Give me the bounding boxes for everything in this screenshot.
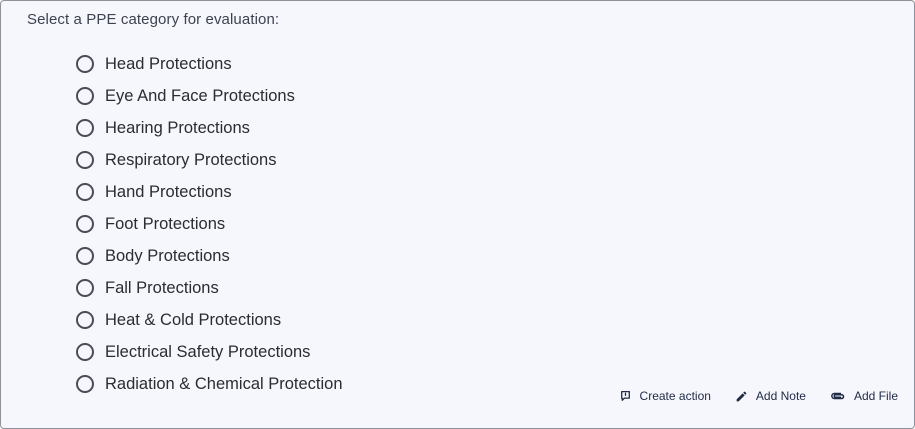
radio-button[interactable] xyxy=(76,247,94,265)
radio-option-label: Radiation & Chemical Protection xyxy=(105,374,343,393)
radio-option-hearing-protections[interactable]: Hearing Protections xyxy=(76,112,343,144)
add-file-button[interactable]: Add File xyxy=(830,389,898,403)
paperclip-icon xyxy=(830,391,846,401)
flag-icon xyxy=(619,390,632,403)
radio-option-label: Eye And Face Protections xyxy=(105,86,295,105)
radio-option-respiratory-protections[interactable]: Respiratory Protections xyxy=(76,144,343,176)
radio-button[interactable] xyxy=(76,279,94,297)
radio-option-body-protections[interactable]: Body Protections xyxy=(76,240,343,272)
radio-button[interactable] xyxy=(76,215,94,233)
radio-button[interactable] xyxy=(76,343,94,361)
radio-option-radiation-and-chemical-protection[interactable]: Radiation & Chemical Protection xyxy=(76,368,343,400)
radio-option-head-protections[interactable]: Head Protections xyxy=(76,48,343,80)
radio-option-eye-and-face-protections[interactable]: Eye And Face Protections xyxy=(76,80,343,112)
radio-option-label: Fall Protections xyxy=(105,278,219,297)
add-file-label: Add File xyxy=(853,389,898,403)
radio-option-label: Heat & Cold Protections xyxy=(105,310,282,329)
radio-option-label: Foot Protections xyxy=(105,214,226,233)
radio-option-label: Hand Protections xyxy=(105,182,232,201)
radio-option-label: Electrical Safety Protections xyxy=(105,342,311,361)
radio-button[interactable] xyxy=(76,375,94,393)
ppe-category-radio-group: Head Protections Eye And Face Protection… xyxy=(76,48,343,400)
create-action-label: Create action xyxy=(639,389,711,403)
radio-button[interactable] xyxy=(76,119,94,137)
pencil-icon xyxy=(735,390,748,403)
question-prompt: Select a PPE category for evaluation: xyxy=(27,11,280,28)
radio-option-label: Respiratory Protections xyxy=(105,150,277,169)
add-note-button[interactable]: Add Note xyxy=(735,389,806,403)
radio-option-heat-and-cold-protections[interactable]: Heat & Cold Protections xyxy=(76,304,343,336)
radio-button[interactable] xyxy=(76,183,94,201)
radio-button[interactable] xyxy=(76,87,94,105)
radio-option-electrical-safety-protections[interactable]: Electrical Safety Protections xyxy=(76,336,343,368)
radio-option-label: Body Protections xyxy=(105,246,230,265)
radio-option-label: Hearing Protections xyxy=(105,118,250,137)
ppe-category-card: Select a PPE category for evaluation: He… xyxy=(0,0,915,429)
radio-option-fall-protections[interactable]: Fall Protections xyxy=(76,272,343,304)
add-note-label: Add Note xyxy=(755,389,806,403)
radio-button[interactable] xyxy=(76,151,94,169)
radio-button[interactable] xyxy=(76,55,94,73)
radio-option-label: Head Protections xyxy=(105,54,232,73)
question-actions: Create action Add Note Add File xyxy=(619,389,898,403)
radio-option-hand-protections[interactable]: Hand Protections xyxy=(76,176,343,208)
radio-button[interactable] xyxy=(76,311,94,329)
create-action-button[interactable]: Create action xyxy=(619,389,711,403)
radio-option-foot-protections[interactable]: Foot Protections xyxy=(76,208,343,240)
